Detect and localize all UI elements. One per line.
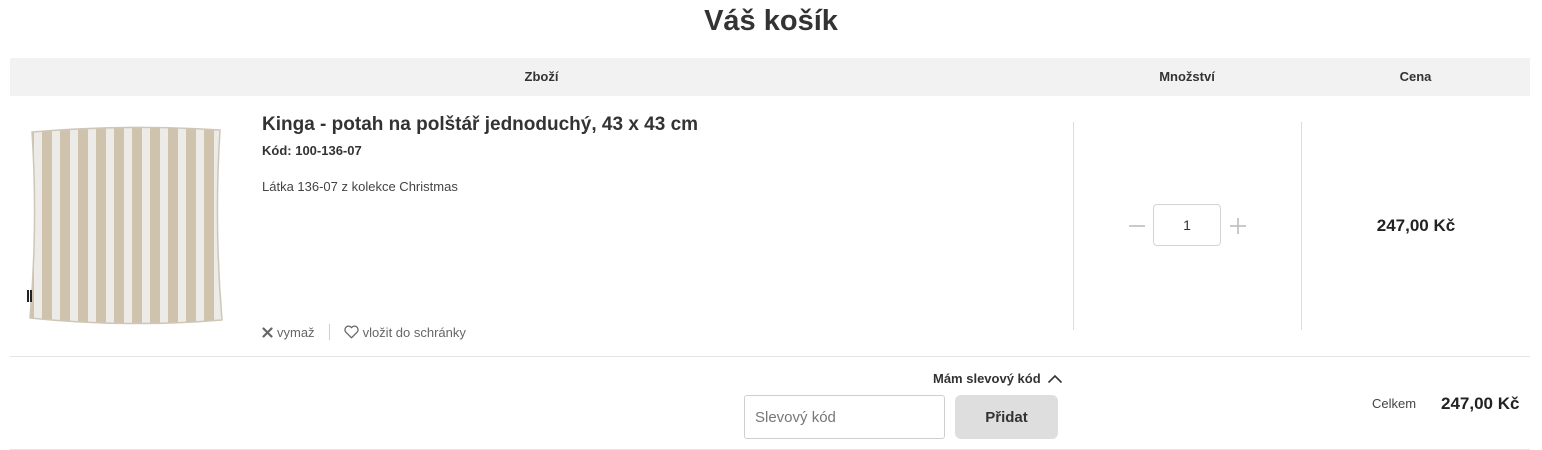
cart-table-header: Zboží Množství Cena	[10, 58, 1530, 96]
column-header-quantity: Množství	[1159, 69, 1215, 84]
add-to-wishlist-button[interactable]: vložit do schránky	[343, 324, 466, 340]
discount-code-toggle[interactable]: Mám slevový kód	[933, 370, 1063, 388]
discount-code-input[interactable]	[744, 395, 945, 439]
action-divider	[328, 324, 330, 340]
column-header-goods: Zboží	[524, 69, 559, 84]
heart-icon	[343, 325, 359, 339]
remove-item-button[interactable]: vymaž	[262, 325, 315, 340]
add-to-wishlist-label: vložit do schránky	[362, 324, 466, 340]
item-actions: vymaž vložit do schránky	[262, 323, 466, 341]
cart-page: Váš košík Zboží Množství Cena Kinga - po…	[0, 0, 1542, 450]
close-icon	[262, 326, 273, 338]
product-title[interactable]: Kinga - potah na polštář jednoduchý, 43 …	[262, 112, 698, 138]
quantity-increase-button[interactable]	[1228, 216, 1248, 236]
product-code: Kód: 100-136-07	[262, 143, 362, 158]
product-description: Látka 136-07 z kolekce Christmas	[262, 179, 458, 194]
item-price: 247,00 Kč	[1376, 216, 1456, 235]
total-label: Celkem	[1372, 396, 1417, 411]
row-divider	[10, 356, 1530, 357]
apply-discount-button[interactable]: Přidat	[955, 395, 1058, 439]
page-title: Váš košík	[704, 5, 838, 37]
chevron-up-icon	[1047, 374, 1062, 384]
column-header-price: Cena	[1399, 69, 1432, 84]
column-divider-left	[1073, 122, 1074, 330]
quantity-decrease-button[interactable]	[1127, 216, 1147, 236]
striped-cushion-image[interactable]	[24, 122, 228, 326]
quantity-input[interactable]: 1	[1153, 204, 1221, 246]
total-value: 247,00 Kč	[1441, 394, 1520, 413]
discount-code-toggle-label: Mám slevový kód	[933, 371, 1041, 386]
remove-item-label: vymaž	[277, 324, 315, 340]
